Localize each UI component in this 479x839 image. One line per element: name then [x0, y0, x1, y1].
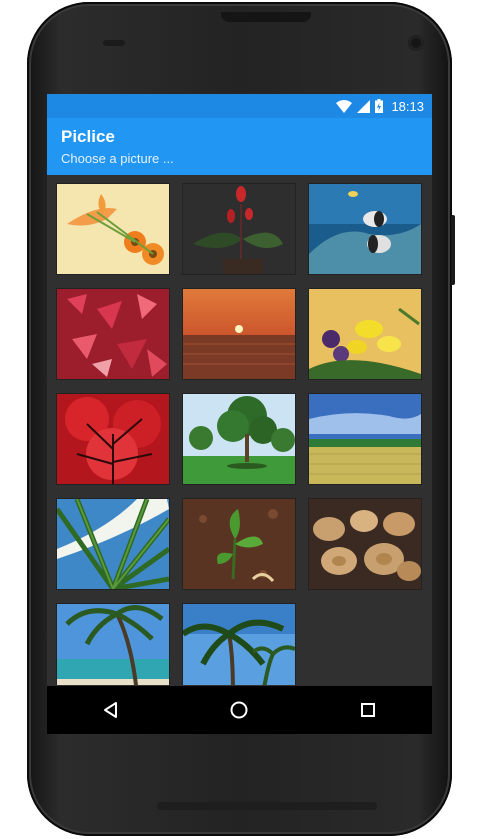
app-subtitle: Choose a picture ... — [61, 151, 174, 166]
picture-thumbnail[interactable] — [57, 289, 169, 379]
picture-thumbnail[interactable] — [57, 499, 169, 589]
home-icon[interactable] — [219, 690, 259, 730]
picture-thumbnail[interactable] — [183, 184, 295, 274]
status-bar: 18:13 — [47, 94, 432, 118]
front-camera — [408, 35, 424, 51]
picture-thumbnail[interactable] — [57, 394, 169, 484]
picture-thumbnail[interactable] — [57, 604, 169, 685]
power-button — [451, 215, 455, 285]
picture-grid — [47, 175, 432, 685]
bottom-speaker — [157, 802, 377, 810]
screen: 18:13 Piclice Choose a picture ... — [47, 94, 432, 734]
picture-thumbnail[interactable] — [183, 499, 295, 589]
status-time: 18:13 — [391, 98, 424, 114]
picture-thumbnail[interactable] — [183, 289, 295, 379]
app-bar: Piclice Choose a picture ... — [47, 118, 432, 175]
picture-thumbnail[interactable] — [309, 499, 421, 589]
picture-thumbnail[interactable] — [309, 184, 421, 274]
proximity-sensor — [103, 40, 125, 46]
app-title: Piclice — [61, 127, 115, 146]
navigation-bar — [47, 686, 432, 734]
battery-charging-icon — [375, 99, 384, 113]
picture-thumbnail[interactable] — [309, 394, 421, 484]
wifi-icon — [336, 99, 353, 113]
picture-thumbnail[interactable] — [183, 394, 295, 484]
recent-apps-icon[interactable] — [348, 690, 388, 730]
picture-thumbnail[interactable] — [183, 604, 295, 685]
earpiece-speaker — [221, 12, 311, 22]
cell-signal-icon — [357, 99, 371, 113]
back-icon[interactable] — [91, 690, 131, 730]
picture-thumbnail[interactable] — [309, 289, 421, 379]
picture-thumbnail[interactable] — [57, 184, 169, 274]
